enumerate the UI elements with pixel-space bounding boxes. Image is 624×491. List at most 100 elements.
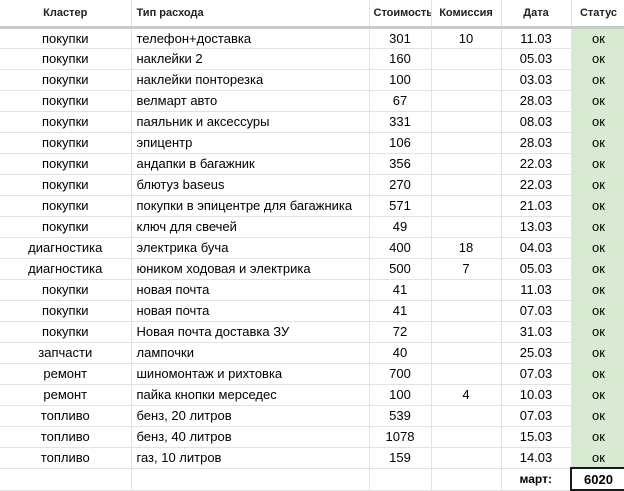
cell-type[interactable]: новая почта — [131, 300, 370, 322]
cell-date[interactable]: 13.03 — [501, 216, 572, 238]
cell-type[interactable]: наклейки понторезка — [131, 69, 370, 91]
cell-type[interactable]: паяльник и аксессуры — [131, 111, 370, 133]
cell-status[interactable]: ок — [571, 69, 624, 91]
total-value-cell[interactable]: 6020 — [570, 467, 624, 491]
cell-cost[interactable]: 41 — [369, 300, 432, 322]
cell-commission[interactable]: 10 — [431, 27, 502, 49]
cell-commission[interactable] — [431, 153, 502, 175]
empty-cell[interactable] — [131, 468, 370, 491]
cell-commission[interactable] — [431, 216, 502, 238]
cell-cost[interactable]: 301 — [369, 27, 432, 49]
cell-cost[interactable]: 100 — [369, 384, 432, 406]
cell-date[interactable]: 28.03 — [501, 90, 572, 112]
header-date[interactable]: Дата — [501, 0, 572, 29]
cell-date[interactable]: 10.03 — [501, 384, 572, 406]
cell-type[interactable]: бенз, 40 литров — [131, 426, 370, 448]
cell-cost[interactable]: 72 — [369, 321, 432, 343]
cell-cluster[interactable]: покупки — [0, 153, 132, 175]
cell-type[interactable]: шиномонтаж и рихтовка — [131, 363, 370, 385]
cell-status[interactable]: ок — [571, 405, 624, 427]
cell-cost[interactable]: 1078 — [369, 426, 432, 448]
cell-date[interactable]: 05.03 — [501, 258, 572, 280]
cell-type[interactable]: велмарт авто — [131, 90, 370, 112]
cell-commission[interactable] — [431, 405, 502, 427]
cell-type[interactable]: юником ходовая и электрика — [131, 258, 370, 280]
cell-cluster[interactable]: ремонт — [0, 384, 132, 406]
cell-cluster[interactable]: покупки — [0, 111, 132, 133]
cell-date[interactable]: 31.03 — [501, 321, 572, 343]
cell-cost[interactable]: 270 — [369, 174, 432, 196]
cell-commission[interactable] — [431, 132, 502, 154]
cell-cluster[interactable]: ремонт — [0, 363, 132, 385]
header-commission[interactable]: Комиссия — [431, 0, 502, 29]
cell-commission[interactable] — [431, 69, 502, 91]
cell-date[interactable]: 11.03 — [501, 27, 572, 49]
cell-commission[interactable] — [431, 48, 502, 70]
total-label[interactable]: март: — [501, 468, 572, 491]
cell-cluster[interactable]: покупки — [0, 48, 132, 70]
header-status[interactable]: Статус — [571, 0, 624, 29]
cell-cost[interactable]: 100 — [369, 69, 432, 91]
cell-type[interactable]: блютуз baseus — [131, 174, 370, 196]
cell-commission[interactable] — [431, 363, 502, 385]
cell-status[interactable]: ок — [571, 426, 624, 448]
cell-type[interactable]: электрика буча — [131, 237, 370, 259]
cell-date[interactable]: 05.03 — [501, 48, 572, 70]
cell-cluster[interactable]: покупки — [0, 300, 132, 322]
cell-cluster[interactable]: топливо — [0, 447, 132, 469]
cell-date[interactable]: 03.03 — [501, 69, 572, 91]
cell-date[interactable]: 28.03 — [501, 132, 572, 154]
cell-commission[interactable] — [431, 300, 502, 322]
cell-cluster[interactable]: покупки — [0, 90, 132, 112]
cell-date[interactable]: 08.03 — [501, 111, 572, 133]
cell-cluster[interactable]: покупки — [0, 174, 132, 196]
cell-cost[interactable]: 400 — [369, 237, 432, 259]
header-cluster[interactable]: Кластер — [0, 0, 132, 29]
cell-type[interactable]: лампочки — [131, 342, 370, 364]
cell-cost[interactable]: 49 — [369, 216, 432, 238]
cell-commission[interactable] — [431, 111, 502, 133]
cell-status[interactable]: ок — [571, 300, 624, 322]
cell-type[interactable]: газ, 10 литров — [131, 447, 370, 469]
cell-type[interactable]: новая почта — [131, 279, 370, 301]
cell-cost[interactable]: 40 — [369, 342, 432, 364]
cell-status[interactable]: ок — [571, 90, 624, 112]
cell-commission[interactable]: 18 — [431, 237, 502, 259]
cell-cost[interactable]: 571 — [369, 195, 432, 217]
cell-cluster[interactable]: диагностика — [0, 237, 132, 259]
cell-date[interactable]: 07.03 — [501, 300, 572, 322]
cell-date[interactable]: 21.03 — [501, 195, 572, 217]
cell-status[interactable]: ок — [571, 384, 624, 406]
cell-date[interactable]: 22.03 — [501, 153, 572, 175]
cell-cost[interactable]: 539 — [369, 405, 432, 427]
cell-cost[interactable]: 41 — [369, 279, 432, 301]
cell-cluster[interactable]: топливо — [0, 405, 132, 427]
cell-commission[interactable] — [431, 447, 502, 469]
cell-date[interactable]: 04.03 — [501, 237, 572, 259]
cell-date[interactable]: 22.03 — [501, 174, 572, 196]
cell-type[interactable]: наклейки 2 — [131, 48, 370, 70]
cell-date[interactable]: 25.03 — [501, 342, 572, 364]
cell-status[interactable]: ок — [571, 258, 624, 280]
cell-status[interactable]: ок — [571, 195, 624, 217]
cell-status[interactable]: ок — [571, 237, 624, 259]
cell-date[interactable]: 11.03 — [501, 279, 572, 301]
cell-status[interactable]: ок — [571, 153, 624, 175]
cell-status[interactable]: ок — [571, 363, 624, 385]
cell-date[interactable]: 15.03 — [501, 426, 572, 448]
cell-status[interactable]: ок — [571, 279, 624, 301]
cell-commission[interactable] — [431, 279, 502, 301]
cell-cluster[interactable]: покупки — [0, 27, 132, 49]
cell-type[interactable]: андапки в багажник — [131, 153, 370, 175]
cell-commission[interactable]: 7 — [431, 258, 502, 280]
cell-type[interactable]: эпицентр — [131, 132, 370, 154]
empty-cell[interactable] — [431, 468, 502, 491]
cell-commission[interactable] — [431, 90, 502, 112]
empty-cell[interactable] — [0, 468, 132, 491]
cell-status[interactable]: ок — [571, 132, 624, 154]
cell-cluster[interactable]: запчасти — [0, 342, 132, 364]
cell-commission[interactable] — [431, 426, 502, 448]
cell-date[interactable]: 07.03 — [501, 405, 572, 427]
cell-cluster[interactable]: покупки — [0, 132, 132, 154]
cell-status[interactable]: ок — [571, 27, 624, 49]
